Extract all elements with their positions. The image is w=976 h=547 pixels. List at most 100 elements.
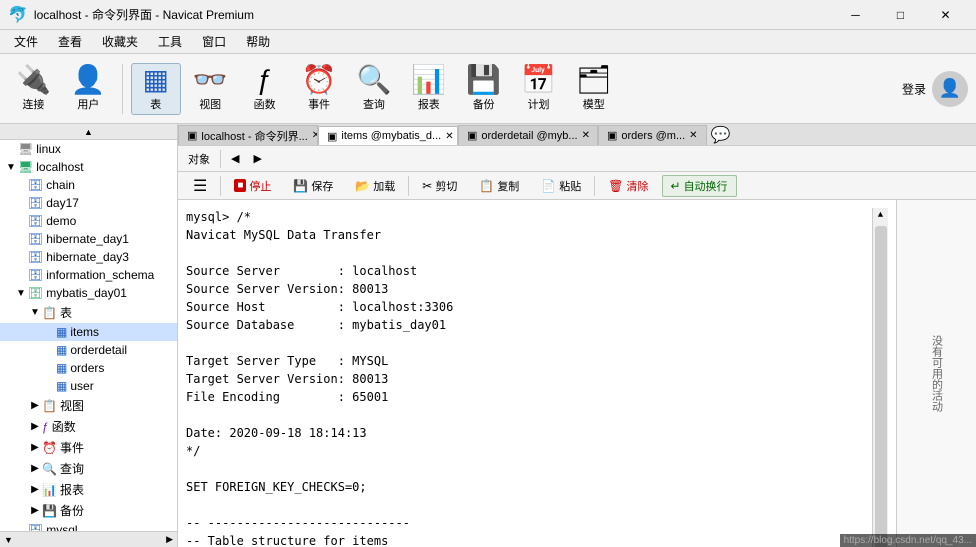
tab-items-close[interactable]: ✕ <box>445 131 453 142</box>
sidebar-section-query[interactable]: ▶ 🔍 查询 <box>0 458 177 479</box>
close-button[interactable]: ✕ <box>923 0 968 30</box>
login-button[interactable]: 登录 <box>902 80 926 97</box>
stop-button[interactable]: ■ 停止 <box>225 175 280 197</box>
terminal[interactable]: mysql> /* Navicat MySQL Data Transfer So… <box>178 200 896 547</box>
toolbar-func[interactable]: ƒ 函数 <box>240 64 290 114</box>
minimize-button[interactable]: ─ <box>833 0 878 30</box>
mybatis-label: mybatis_day01 <box>46 286 127 300</box>
query-icon: 🔍 <box>357 66 392 94</box>
sidebar-item-orderdetail[interactable]: ▦ orderdetail <box>0 341 177 359</box>
tab-localhost-cmd[interactable]: ▣ localhost - 命令列界... ✕ <box>178 125 318 145</box>
tab-items[interactable]: ▣ items @mybatis_d... ✕ <box>318 126 458 146</box>
tab-orderdetail[interactable]: ▣ orderdetail @myb... ✕ <box>458 125 598 145</box>
auto-wrap-button[interactable]: ↵ 自动换行 <box>662 175 737 197</box>
stop-label: 停止 <box>249 178 271 194</box>
hib3-icon: 🗄 <box>28 250 43 264</box>
tab-orders-close[interactable]: ✕ <box>689 130 697 141</box>
forward-button[interactable]: ▶ <box>247 150 267 167</box>
load-icon: 📂 <box>355 179 370 193</box>
title-text: localhost - 命令列界面 - Navicat Premium <box>34 6 254 23</box>
sidebar-section-event[interactable]: ▶ ⏰ 事件 <box>0 437 177 458</box>
user-label: user <box>70 379 93 393</box>
linux-label: linux <box>36 142 61 156</box>
sidebar-section-view[interactable]: ▶ 📋 视图 <box>0 395 177 416</box>
terminal-text: mysql> /* Navicat MySQL Data Transfer So… <box>186 208 872 547</box>
backup-section-label: 备份 <box>60 502 84 519</box>
menu-tools[interactable]: 工具 <box>148 31 192 52</box>
sidebar-item-orders[interactable]: ▦ orders <box>0 359 177 377</box>
sidebar-section-func[interactable]: ▶ ƒ 函数 <box>0 416 177 437</box>
view-section-expand: ▶ <box>28 400 42 411</box>
save-button[interactable]: 💾 保存 <box>284 175 342 197</box>
sidebar-item-demo[interactable]: 🗄 demo <box>0 212 177 230</box>
sidebar-section-table[interactable]: ▼ 📋 表 <box>0 302 177 323</box>
toolbar-user[interactable]: 👤 用户 <box>63 64 114 114</box>
sidebar-section-backup[interactable]: ▶ 💾 备份 <box>0 500 177 521</box>
menu-help[interactable]: 帮助 <box>236 31 280 52</box>
localhost-label: localhost <box>36 160 83 174</box>
paste-button[interactable]: 📄 粘贴 <box>532 175 590 197</box>
table-section-label: 表 <box>60 304 72 321</box>
menu-favorites[interactable]: 收藏夹 <box>92 31 148 52</box>
maximize-button[interactable]: □ <box>878 0 923 30</box>
day17-label: day17 <box>46 196 79 210</box>
toolbar-backup[interactable]: 💾 备份 <box>458 64 509 114</box>
tab-orderdetail-close[interactable]: ✕ <box>582 130 590 141</box>
sidebar-item-infoschema[interactable]: 🗄 information_schema <box>0 266 177 284</box>
sidebar-item-linux[interactable]: 🖥 linux <box>0 140 177 158</box>
menu-button[interactable]: ☰ <box>184 173 216 199</box>
sidebar-item-localhost[interactable]: ▼ 🖥 localhost <box>0 158 177 176</box>
sidebar-item-chain[interactable]: 🗄 chain <box>0 176 177 194</box>
view-section-label: 视图 <box>60 397 84 414</box>
cut-button[interactable]: ✂ 剪切 <box>413 175 466 197</box>
demo-label: demo <box>46 214 76 228</box>
sidebar-item-items[interactable]: ▦ items <box>0 323 177 341</box>
sidebar-item-mysql[interactable]: 🗄 mysql <box>0 521 177 531</box>
localhost-expand: ▼ <box>4 162 18 173</box>
sidebar-item-hibernate1[interactable]: 🗄 hibernate_day1 <box>0 230 177 248</box>
vscroll-up-btn[interactable]: ▲ <box>878 208 883 224</box>
toolbar-report[interactable]: 📊 报表 <box>403 64 454 114</box>
view-section-icon: 📋 <box>42 399 57 413</box>
clear-button[interactable]: 🗑 清除 <box>599 175 657 197</box>
toolbar-query[interactable]: 🔍 查询 <box>349 64 400 114</box>
report-section-expand: ▶ <box>28 484 42 495</box>
vscroll-thumb[interactable] <box>875 226 887 547</box>
copy-button[interactable]: 📋 复制 <box>470 175 528 197</box>
terminal-vscrollbar[interactable]: ▲ ▼ <box>872 208 888 547</box>
sidebar-item-user[interactable]: ▦ user <box>0 377 177 395</box>
toolbar-plan[interactable]: 📅 计划 <box>513 64 564 114</box>
menu-file[interactable]: 文件 <box>4 31 48 52</box>
back-button[interactable]: ◀ <box>225 150 245 167</box>
tab-orders-icon: ▣ <box>607 129 617 142</box>
items-icon: ▦ <box>56 325 67 339</box>
toolbar-table[interactable]: ▦ 表 <box>131 63 181 115</box>
window-controls: ─ □ ✕ <box>833 0 968 30</box>
toolbar-view[interactable]: 👓 视图 <box>185 64 236 114</box>
load-button[interactable]: 📂 加载 <box>346 175 404 197</box>
table-icon: ▦ <box>143 66 169 94</box>
tab-orderdetail-label: orderdetail @myb... <box>481 130 577 142</box>
event-icon: ⏰ <box>302 66 337 94</box>
toolbar-event[interactable]: ⏰ 事件 <box>294 64 345 114</box>
tab-wechat[interactable]: 💬 <box>711 125 731 145</box>
obj-sep <box>220 150 221 168</box>
sidebar-section-report[interactable]: ▶ 📊 报表 <box>0 479 177 500</box>
tab-orders[interactable]: ▣ orders @m... ✕ <box>598 125 707 145</box>
sidebar-scroll-down[interactable]: ▼ <box>4 535 13 545</box>
sidebar-item-hibernate3[interactable]: 🗄 hibernate_day3 <box>0 248 177 266</box>
menu-window[interactable]: 窗口 <box>192 31 236 52</box>
sidebar-item-mybatis[interactable]: ▼ 🗄 mybatis_day01 <box>0 284 177 302</box>
query-section-icon: 🔍 <box>42 462 57 476</box>
cut-label: 剪切 <box>435 178 457 194</box>
user-avatar[interactable]: 👤 <box>932 71 968 107</box>
view-icon: 👓 <box>193 66 228 94</box>
paste-icon: 📄 <box>541 179 556 193</box>
sidebar-item-day17[interactable]: 🗄 day17 <box>0 194 177 212</box>
toolbar-model[interactable]: 🗂 模型 <box>568 64 620 114</box>
sidebar-scroll-up[interactable]: ▲ <box>84 127 93 137</box>
sidebar-scroll-right[interactable]: ▶ <box>166 534 173 545</box>
menu-view[interactable]: 查看 <box>48 31 92 52</box>
user-icon: 👤 <box>71 66 106 94</box>
toolbar-connect[interactable]: 🔌 连接 <box>8 64 59 114</box>
